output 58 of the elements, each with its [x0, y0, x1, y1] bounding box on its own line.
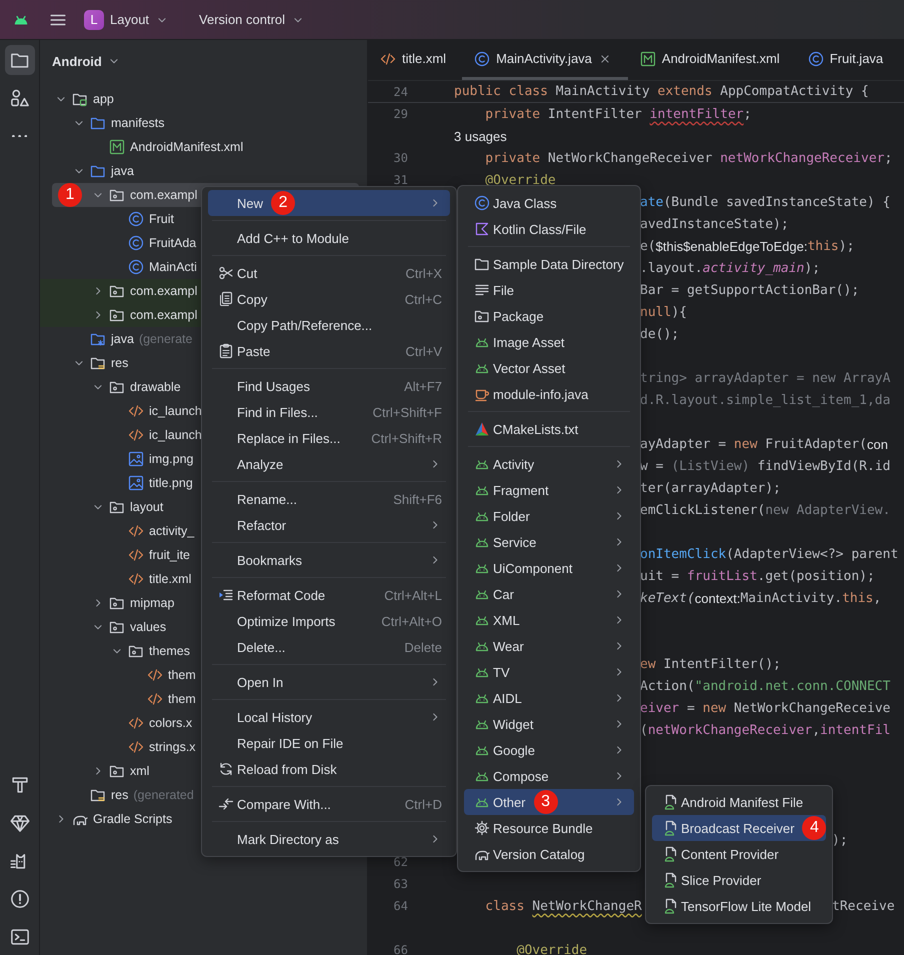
step-badge: 2: [271, 191, 296, 215]
code-text: class NetWorkChangeR: [484, 898, 642, 914]
code-text: Action("android.net.conn.CONNECT: [640, 678, 890, 694]
shortcut: Ctrl+Shift+R: [371, 430, 442, 446]
code-text: );: [832, 832, 848, 848]
code-text: this);: [807, 238, 854, 254]
code-text: avedInstanceState);: [640, 216, 789, 232]
code-text: private IntentFilter intentFilter;: [484, 106, 752, 122]
usage-count: 3 usages: [454, 128, 507, 144]
code-text: uit = fruitList.get(position);: [640, 568, 875, 584]
project-avatar: L: [84, 10, 104, 30]
code-text: MainActivity.this,: [740, 590, 882, 606]
shortcut: Ctrl+Alt+O: [381, 614, 442, 628]
shortcut: Ctrl+C: [404, 292, 442, 306]
generated-note: (generated: [133, 788, 194, 802]
code-text: emClickListener(new AdapterView.: [640, 502, 890, 518]
parameter-hint: con: [866, 436, 888, 452]
line-number: 24: [392, 84, 409, 98]
line-number: 29: [394, 107, 408, 121]
code-text: tring> arrayAdapter = new ArrayA: [640, 370, 890, 386]
code-text: private NetWorkChangeReceiver netWorkChangeReceiver;: [484, 150, 892, 166]
step-badge: 1: [58, 183, 82, 207]
step-badge: 4: [802, 816, 826, 840]
shortcut: Ctrl+Alt+L: [384, 588, 442, 602]
generated-note: (generate: [138, 332, 192, 346]
line-number: 64: [394, 899, 408, 913]
line-number: 30: [394, 151, 408, 165]
code-text: ayAdapter = new FruitAdapter(: [640, 436, 867, 452]
step-badge: 3: [534, 790, 558, 814]
code-text: keText(: [640, 590, 695, 606]
code-text: de();: [640, 326, 680, 342]
code-text: null){: [640, 304, 687, 320]
shortcut: Ctrl+D: [404, 796, 442, 812]
code-text: ate(Bundle savedInstanceState) {: [640, 194, 890, 210]
parameter-hint: $this$enableEdgeToEdge:: [656, 238, 808, 254]
code-text: (netWorkChangeReceiver,intentFil: [640, 722, 890, 738]
shortcut: Ctrl+X: [406, 266, 442, 280]
parameter-hint: context:: [694, 590, 740, 606]
code-text: e(: [640, 238, 656, 254]
shortcut: Ctrl+Shift+F: [372, 404, 442, 420]
code-text: d.R.layout.simple_list_item_1,da: [640, 392, 890, 408]
line-number: 62: [394, 855, 408, 869]
code-text: public class MainActivity extends AppCompatActivity {: [454, 84, 869, 99]
code-text: .layout.activity_main);: [640, 260, 820, 276]
shortcut: Ctrl+V: [406, 344, 442, 358]
shortcut: Delete: [404, 640, 442, 654]
code-text: eiver = new NetWorkChangeReceive: [640, 700, 890, 716]
code-text: onItemClick(AdapterView<?> parent: [640, 546, 898, 562]
shortcut: Alt+F7: [404, 378, 442, 394]
code-text: ter(arrayAdapter);: [640, 480, 781, 496]
shortcut: Shift+F6: [393, 492, 442, 506]
code-text: tReceive: [832, 898, 895, 914]
line-number: 66: [394, 943, 408, 955]
code-text: @Override: [484, 172, 556, 188]
code-text: Bar = getSupportActionBar();: [640, 282, 860, 298]
code-text: ew IntentFilter();: [640, 656, 781, 672]
line-number: 31: [394, 173, 408, 187]
line-number: 63: [394, 877, 408, 891]
